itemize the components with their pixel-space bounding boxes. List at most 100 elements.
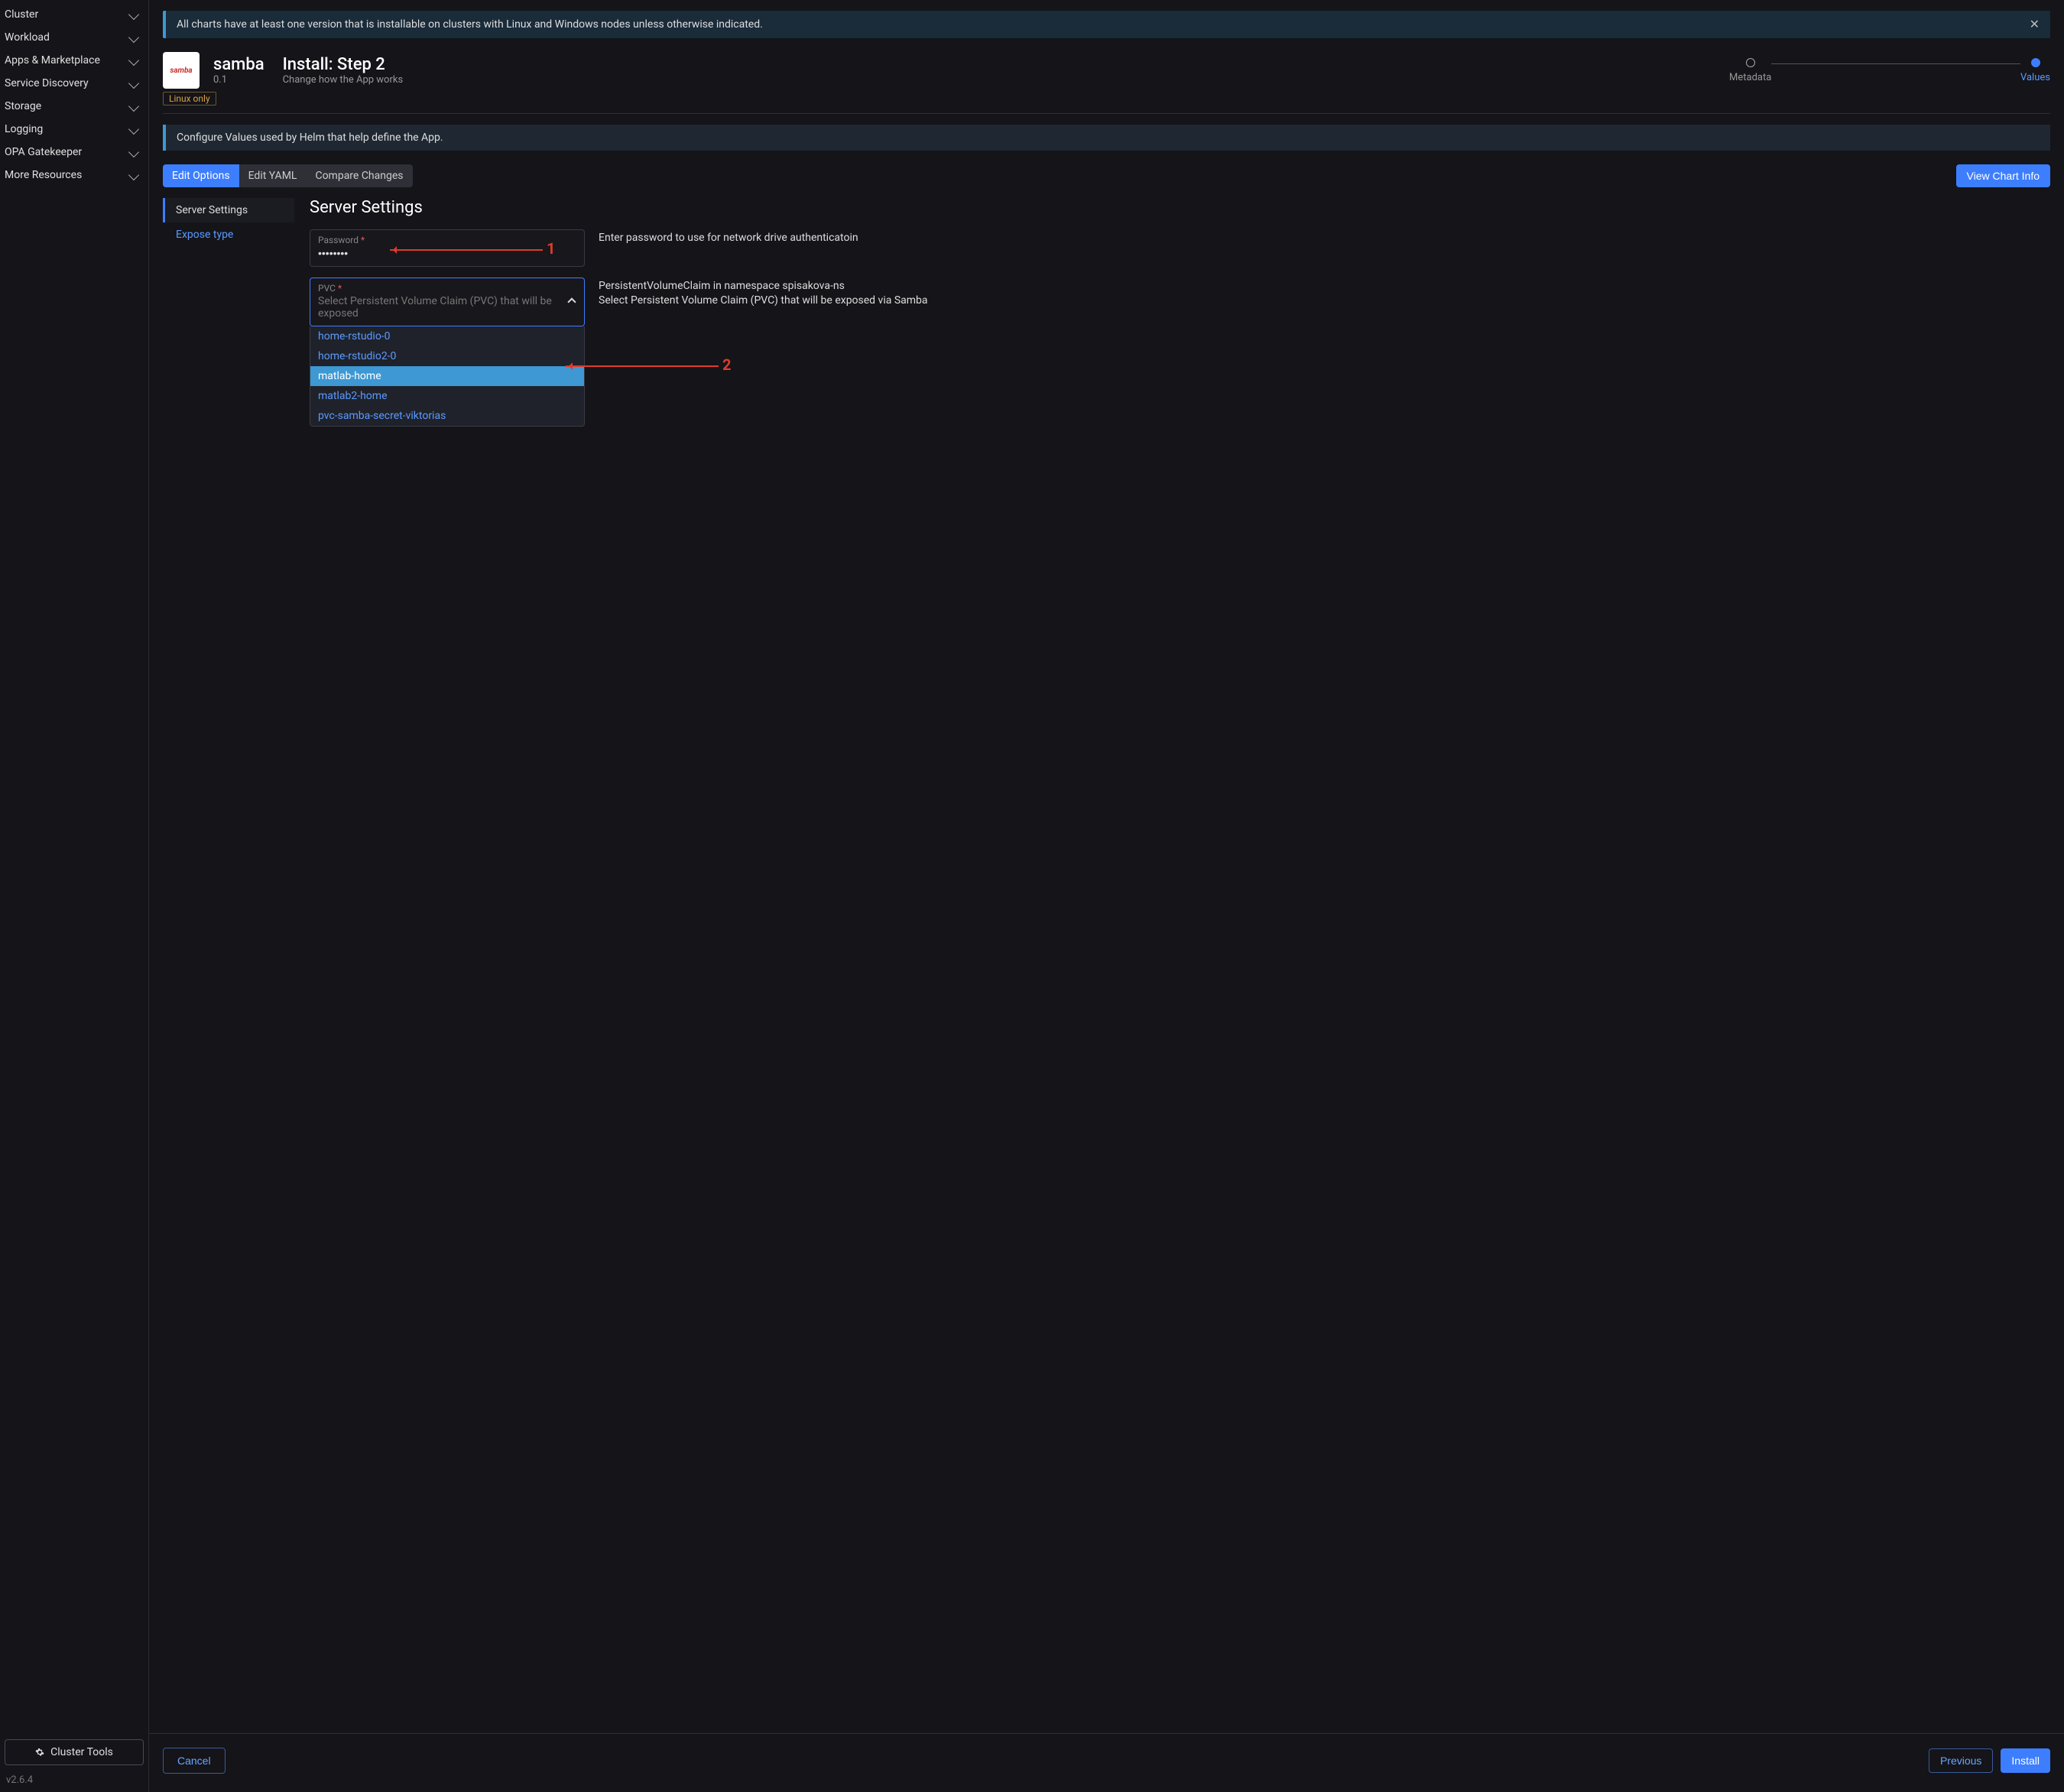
tab-group: Edit Options Edit YAML Compare Changes <box>163 164 413 187</box>
chevron-down-icon <box>128 101 139 112</box>
pvc-option[interactable]: home-rstudio-0 <box>310 326 584 346</box>
stepper: Metadata Values <box>1729 58 2050 83</box>
view-chart-button[interactable]: View Chart Info <box>1956 164 2050 187</box>
section-row: Server Settings Expose type Server Setti… <box>163 198 2050 457</box>
nav-item-workload[interactable]: Workload <box>0 26 148 49</box>
nav-label: More Resources <box>5 169 82 181</box>
version-label: v2.6.4 <box>0 1770 148 1792</box>
chevron-down-icon <box>128 55 139 66</box>
nav-item-more[interactable]: More Resources <box>0 164 148 187</box>
step-line <box>1771 63 2020 64</box>
app-name: samba <box>213 55 264 74</box>
header-row: samba samba 0.1 Install: Step 2 Change h… <box>163 52 2050 89</box>
nav-item-logging[interactable]: Logging <box>0 118 148 141</box>
nav-label: OPA Gatekeeper <box>5 146 82 158</box>
pvc-option[interactable]: pvc-samba-secret-viktorias <box>310 406 584 426</box>
nav-label: Workload <box>5 31 50 44</box>
password-field[interactable]: Password * <box>310 229 585 267</box>
install-button[interactable]: Install <box>2001 1748 2050 1773</box>
section-body: Server Settings Password * Enter passwor… <box>294 198 2050 457</box>
divider <box>163 113 2050 114</box>
nav-item-service-discovery[interactable]: Service Discovery <box>0 72 148 95</box>
nav-item-storage[interactable]: Storage <box>0 95 148 118</box>
main: All charts have at least one version tha… <box>149 0 2064 1792</box>
linux-badge: Linux only <box>163 92 216 106</box>
configure-banner-text: Configure Values used by Helm that help … <box>177 131 443 144</box>
info-banner: All charts have at least one version tha… <box>163 11 2050 38</box>
step-label: Values <box>2020 72 2050 83</box>
annotation-num-2: 2 <box>722 355 731 374</box>
footer: Cancel Previous Install <box>149 1733 2064 1792</box>
nav-label: Logging <box>5 123 43 135</box>
password-row: Password * Enter password to use for net… <box>310 229 2050 267</box>
badges: Linux only <box>163 92 2050 106</box>
password-help: Enter password to use for network drive … <box>599 229 2050 245</box>
pvc-field[interactable]: PVC * Select Persistent Volume Claim (PV… <box>310 278 585 326</box>
sidebar-footer: Cluster Tools <box>0 1735 148 1770</box>
pvc-placeholder: Select Persistent Volume Claim (PVC) tha… <box>318 294 576 320</box>
banner-text: All charts have at least one version tha… <box>177 18 763 31</box>
required-icon: * <box>361 235 365 245</box>
pvc-row: PVC * Select Persistent Volume Claim (PV… <box>310 278 2050 326</box>
sidebar-nav: Cluster Workload Apps & Marketplace Serv… <box>0 0 148 1735</box>
pvc-option[interactable]: home-rstudio2-0 <box>310 346 584 366</box>
nav-label: Service Discovery <box>5 77 89 89</box>
pvc-help-line1: PersistentVolumeClaim in namespace spisa… <box>599 279 2050 294</box>
configure-banner: Configure Values used by Helm that help … <box>163 125 2050 151</box>
close-icon[interactable]: ✕ <box>2030 18 2040 31</box>
chevron-down-icon <box>128 147 139 157</box>
content: All charts have at least one version tha… <box>149 0 2064 1733</box>
chevron-down-icon <box>128 170 139 180</box>
section-nav-expose-type[interactable]: Expose type <box>163 222 294 247</box>
nav-item-opa[interactable]: OPA Gatekeeper <box>0 141 148 164</box>
label-text: PVC <box>318 283 336 294</box>
section-nav-server-settings[interactable]: Server Settings <box>163 198 294 222</box>
step-metadata[interactable]: Metadata <box>1729 58 1771 83</box>
label-text: Password <box>318 235 359 245</box>
gear-icon <box>35 1748 44 1757</box>
tab-row: Edit Options Edit YAML Compare Changes V… <box>163 164 2050 187</box>
field-label: PVC * <box>318 283 576 294</box>
chevron-down-icon <box>128 9 139 20</box>
cancel-button[interactable]: Cancel <box>163 1748 226 1774</box>
step-values[interactable]: Values <box>2020 58 2050 83</box>
pvc-dropdown: home-rstudio-0 home-rstudio2-0 matlab-ho… <box>310 326 585 427</box>
pvc-option[interactable]: matlab2-home <box>310 386 584 406</box>
required-icon: * <box>338 283 342 294</box>
section-nav: Server Settings Expose type <box>163 198 294 457</box>
step-circle-icon <box>2031 58 2040 67</box>
step-label: Metadata <box>1729 72 1771 83</box>
page-title: Install: Step 2 <box>283 55 404 74</box>
tab-edit-yaml[interactable]: Edit YAML <box>239 164 307 187</box>
previous-button[interactable]: Previous <box>1929 1748 1993 1773</box>
field-label: Password * <box>318 235 576 245</box>
app-version: 0.1 <box>213 74 264 86</box>
section-title: Server Settings <box>310 198 2050 217</box>
app-icon: samba <box>163 52 200 89</box>
chevron-down-icon <box>128 124 139 135</box>
cluster-tools-label: Cluster Tools <box>50 1746 113 1758</box>
sidebar: Cluster Workload Apps & Marketplace Serv… <box>0 0 149 1792</box>
chevron-down-icon <box>128 32 139 43</box>
annotation-arrow-2 <box>566 365 719 367</box>
nav-label: Storage <box>5 100 41 112</box>
tab-edit-options[interactable]: Edit Options <box>163 164 239 187</box>
chevron-down-icon <box>128 78 139 89</box>
pvc-help-line2: Select Persistent Volume Claim (PVC) tha… <box>599 294 2050 308</box>
nav-item-apps[interactable]: Apps & Marketplace <box>0 49 148 72</box>
footer-right: Previous Install <box>1929 1748 2050 1773</box>
app-icon-text: samba <box>170 67 192 75</box>
cluster-tools-button[interactable]: Cluster Tools <box>5 1739 144 1765</box>
pvc-help: PersistentVolumeClaim in namespace spisa… <box>599 278 2050 308</box>
page-subtitle: Change how the App works <box>283 74 404 86</box>
install-title-block: Install: Step 2 Change how the App works <box>283 55 404 86</box>
password-input[interactable] <box>318 245 576 259</box>
nav-label: Cluster <box>5 8 38 21</box>
nav-item-cluster[interactable]: Cluster <box>0 3 148 26</box>
pvc-dropdown-wrap: home-rstudio-0 home-rstudio2-0 matlab-ho… <box>310 326 2050 427</box>
pvc-option-highlight[interactable]: matlab-home <box>310 366 584 386</box>
tab-compare[interactable]: Compare Changes <box>306 164 412 187</box>
nav-label: Apps & Marketplace <box>5 54 100 67</box>
app-title-block: samba 0.1 <box>213 55 264 86</box>
app-root: Cluster Workload Apps & Marketplace Serv… <box>0 0 2064 1792</box>
